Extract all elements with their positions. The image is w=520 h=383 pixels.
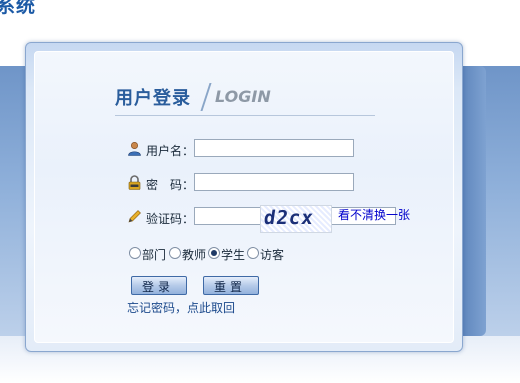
radio-department[interactable] [129, 247, 141, 259]
password-label: 密 码： [146, 178, 195, 192]
radio-teacher[interactable] [169, 247, 181, 259]
captcha-label: 验证码： [146, 212, 195, 226]
role-department-label: 部门 [142, 248, 167, 262]
role-student-label: 学生 [221, 248, 246, 262]
system-title: 系统 [0, 0, 37, 17]
captcha-input[interactable] [194, 207, 264, 225]
radio-visitor[interactable] [247, 247, 259, 259]
captcha-refresh-link[interactable]: 看不清换一张 [338, 206, 410, 223]
radio-student[interactable] [208, 247, 220, 259]
role-visitor-label: 访客 [260, 248, 285, 262]
login-button[interactable]: 登录 [131, 276, 187, 295]
heading-underline [115, 115, 375, 116]
login-title-cn: 用户登录 [115, 88, 191, 109]
lock-icon [127, 175, 142, 190]
username-label: 用户名： [146, 144, 195, 158]
reset-button[interactable]: 重置 [203, 276, 259, 295]
pencil-icon [127, 209, 142, 224]
background-band-edge [462, 66, 486, 336]
captcha-text: d2cx [262, 207, 316, 229]
login-title-en: LOGIN [215, 87, 271, 106]
user-icon [127, 141, 142, 156]
forgot-password-link[interactable]: 忘记密码，点此取回 [127, 299, 235, 316]
username-input[interactable] [194, 139, 354, 157]
captcha-image[interactable]: d2cx [260, 205, 332, 233]
role-teacher-label: 教师 [182, 248, 207, 262]
password-input[interactable] [194, 173, 354, 191]
